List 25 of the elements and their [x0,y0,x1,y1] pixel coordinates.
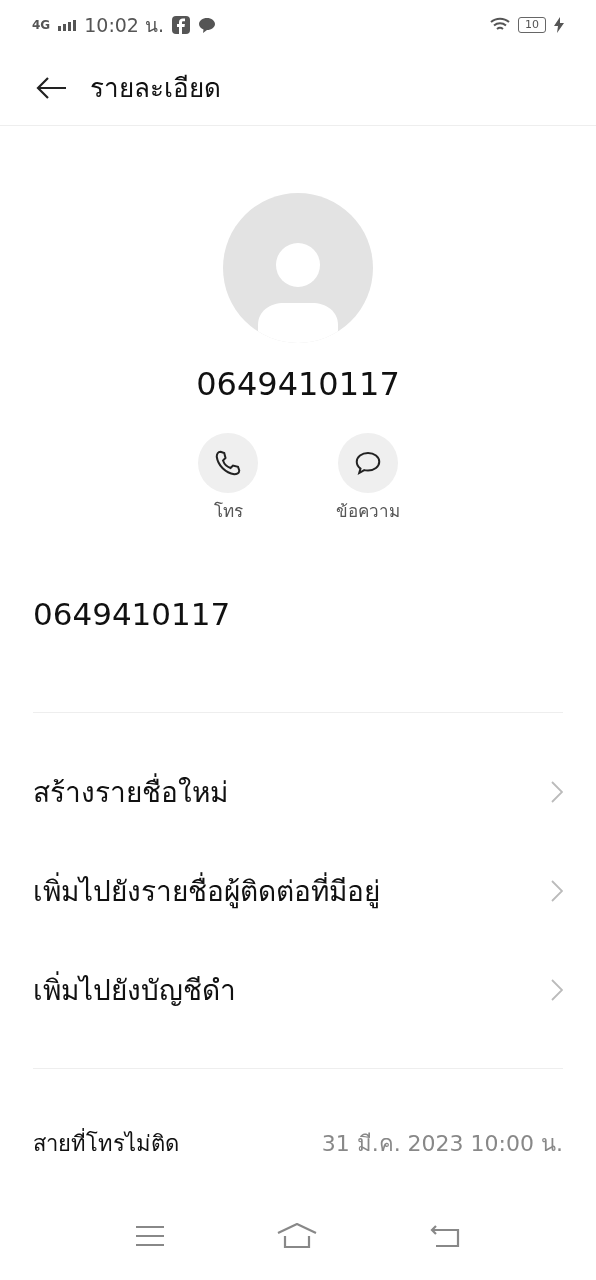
clock: 10:02 น. [84,13,165,38]
chevron-icon [551,978,563,1001]
page-title: รายละเอียด [90,72,221,105]
home-icon[interactable] [277,1223,317,1249]
call-status: สายที่โทรไม่ติด [33,1126,179,1161]
back-button[interactable] [36,75,68,100]
back-nav-icon[interactable] [429,1224,460,1248]
action-label: โทร [213,500,243,523]
signal-icon [58,19,77,31]
action-label: ข้อความ [336,500,400,523]
menu-item[interactable]: เพิ่มไปยังรายชื่อผู้ติดต่อที่มีอยู่ [0,841,596,940]
chevron-icon [551,780,563,803]
chat-bubble-icon [198,16,217,34]
facebook-icon [172,16,191,34]
phone-number: 0649410117 [32,596,232,634]
network-type: 4G [32,18,51,32]
call-time: 31 มี.ค. 2023 10:00 น. [321,1130,563,1158]
menu-item[interactable]: เพิ่มไปยังบัญชีดำ [0,940,596,1039]
wifi-icon [490,17,510,33]
menu-icon[interactable] [136,1225,165,1247]
menu-item[interactable]: สร้างรายชื่อใหม่ [0,742,596,841]
chevron-icon [551,879,563,902]
battery-level: 10 [518,17,546,33]
phone-icon [213,448,243,478]
contact-number: 0649410117 [195,365,401,403]
